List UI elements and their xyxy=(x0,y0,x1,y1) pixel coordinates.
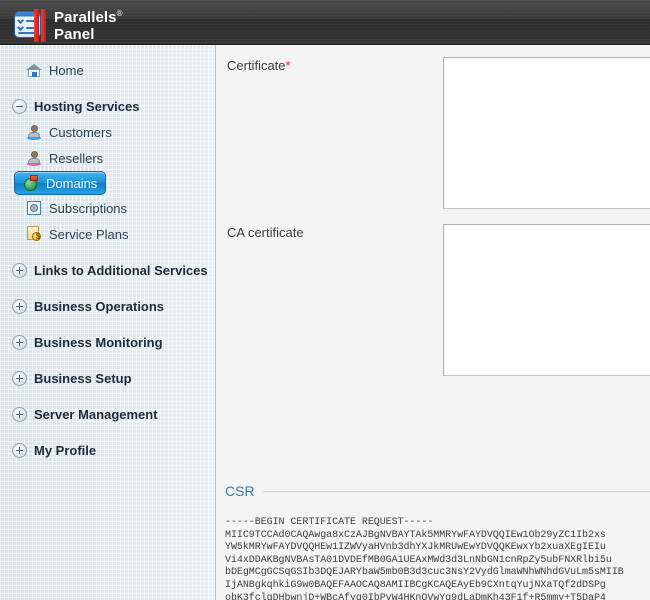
certificate-label: Certificate* xyxy=(227,58,291,73)
sidebar-item-label: Customers xyxy=(49,124,112,140)
brand-logo[interactable]: Parallels® Panel xyxy=(14,6,123,44)
sidebar-group-label: Business Monitoring xyxy=(34,334,163,350)
top-header-bar: Parallels® Panel xyxy=(0,0,650,45)
sidebar-group-hosting-services[interactable]: Hosting Services xyxy=(0,93,215,119)
csr-section-title: CSR xyxy=(225,483,255,499)
ca-certificate-textarea[interactable] xyxy=(443,224,650,376)
expand-plus-icon[interactable] xyxy=(12,334,27,350)
csr-section-header: CSR xyxy=(225,483,650,499)
sidebar-item-service-plans[interactable]: $ Service Plans xyxy=(0,221,215,247)
brand-name-line2: Panel xyxy=(54,26,95,43)
sidebar-item-customers[interactable]: Customers xyxy=(0,119,215,145)
subscription-gear-icon xyxy=(26,200,42,216)
sidebar-item-label: Home xyxy=(49,62,84,78)
expand-plus-icon[interactable] xyxy=(12,370,27,386)
expand-plus-icon[interactable] xyxy=(12,442,27,458)
sidebar-group-label: Links to Additional Services xyxy=(34,262,208,278)
sidebar-group-server-management[interactable]: Server Management xyxy=(0,401,215,427)
sidebar-group-business-setup[interactable]: Business Setup xyxy=(0,365,215,391)
sidebar-item-home[interactable]: Home xyxy=(0,57,215,83)
parallels-logo-icon xyxy=(14,8,47,42)
sidebar-group-label: My Profile xyxy=(34,442,97,458)
sidebar-group-my-profile[interactable]: My Profile xyxy=(0,437,215,463)
expand-plus-icon[interactable] xyxy=(12,298,27,314)
sidebar-group-business-monitoring[interactable]: Business Monitoring xyxy=(0,329,215,355)
sidebar-group-business-operations[interactable]: Business Operations xyxy=(0,293,215,319)
sidebar-item-resellers[interactable]: Resellers xyxy=(0,145,215,171)
parallels-panel-page: Parallels® Panel Home Hosting Services C… xyxy=(0,0,650,600)
nav-list: Home Hosting Services Customers Reseller… xyxy=(0,45,215,463)
domain-globe-icon xyxy=(23,175,39,191)
sidebar-item-label: Resellers xyxy=(49,150,104,166)
required-marker: * xyxy=(285,58,291,73)
section-divider xyxy=(262,490,650,492)
main-content: Certificate* CA certificate CSR -----BEG… xyxy=(217,45,650,600)
expand-plus-icon[interactable] xyxy=(12,406,27,422)
sidebar-item-label: Subscriptions xyxy=(49,200,128,216)
service-plan-icon: $ xyxy=(26,226,42,242)
sidebar-group-links-to-additional-services[interactable]: Links to Additional Services xyxy=(0,257,215,283)
sidebar-navigation: Home Hosting Services Customers Reseller… xyxy=(0,45,216,600)
brand-name-line1: Parallels® xyxy=(54,9,123,26)
sidebar-group-label: Hosting Services xyxy=(34,98,140,114)
home-icon xyxy=(26,62,42,78)
sidebar-group-label: Business Setup xyxy=(34,370,132,386)
expand-plus-icon[interactable] xyxy=(12,262,27,278)
sidebar-group-label: Business Operations xyxy=(34,298,165,314)
ca-certificate-label: CA certificate xyxy=(227,225,304,240)
certificate-textarea[interactable] xyxy=(443,57,650,209)
sidebar-item-subscriptions[interactable]: Subscriptions xyxy=(0,195,215,221)
sidebar-group-label: Server Management xyxy=(34,406,158,422)
sidebar-item-label: Service Plans xyxy=(49,226,129,242)
sidebar-item-domains[interactable]: Domains xyxy=(14,171,106,195)
collapse-minus-icon[interactable] xyxy=(12,98,27,114)
csr-text-block: -----BEGIN CERTIFICATE REQUEST----- MIIC… xyxy=(225,517,624,600)
sidebar-item-label: Domains xyxy=(46,175,98,191)
customer-user-icon xyxy=(26,124,42,140)
reseller-user-icon xyxy=(26,150,42,166)
